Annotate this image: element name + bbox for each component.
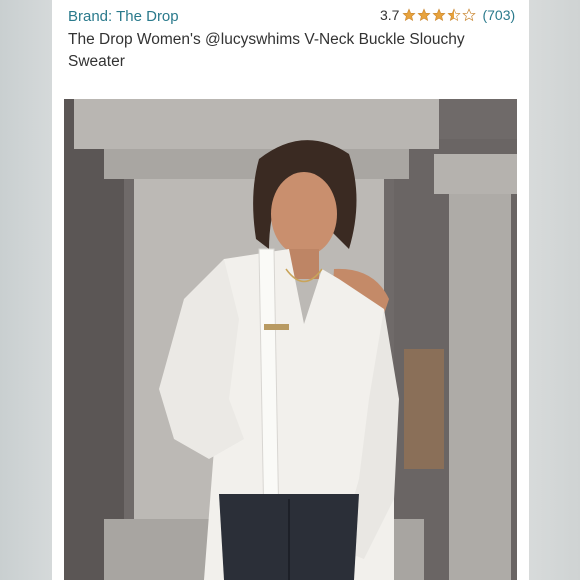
star-icon bbox=[417, 8, 432, 21]
rating-summary[interactable]: 3.7 (703) bbox=[380, 7, 515, 23]
product-photo-illustration bbox=[64, 99, 517, 580]
brand-link[interactable]: Brand: The Drop bbox=[68, 8, 179, 25]
half-star-icon bbox=[447, 8, 462, 21]
product-photo[interactable] bbox=[64, 99, 517, 580]
star-icon bbox=[432, 8, 447, 21]
star-icon bbox=[402, 8, 417, 21]
empty-star-icon bbox=[462, 8, 477, 22]
rating-stars bbox=[402, 8, 477, 22]
rating-value: 3.7 bbox=[380, 7, 400, 23]
product-title: The Drop Women's @lucyswhims V-Neck Buck… bbox=[68, 31, 465, 70]
review-count-link[interactable]: (703) bbox=[482, 7, 515, 23]
